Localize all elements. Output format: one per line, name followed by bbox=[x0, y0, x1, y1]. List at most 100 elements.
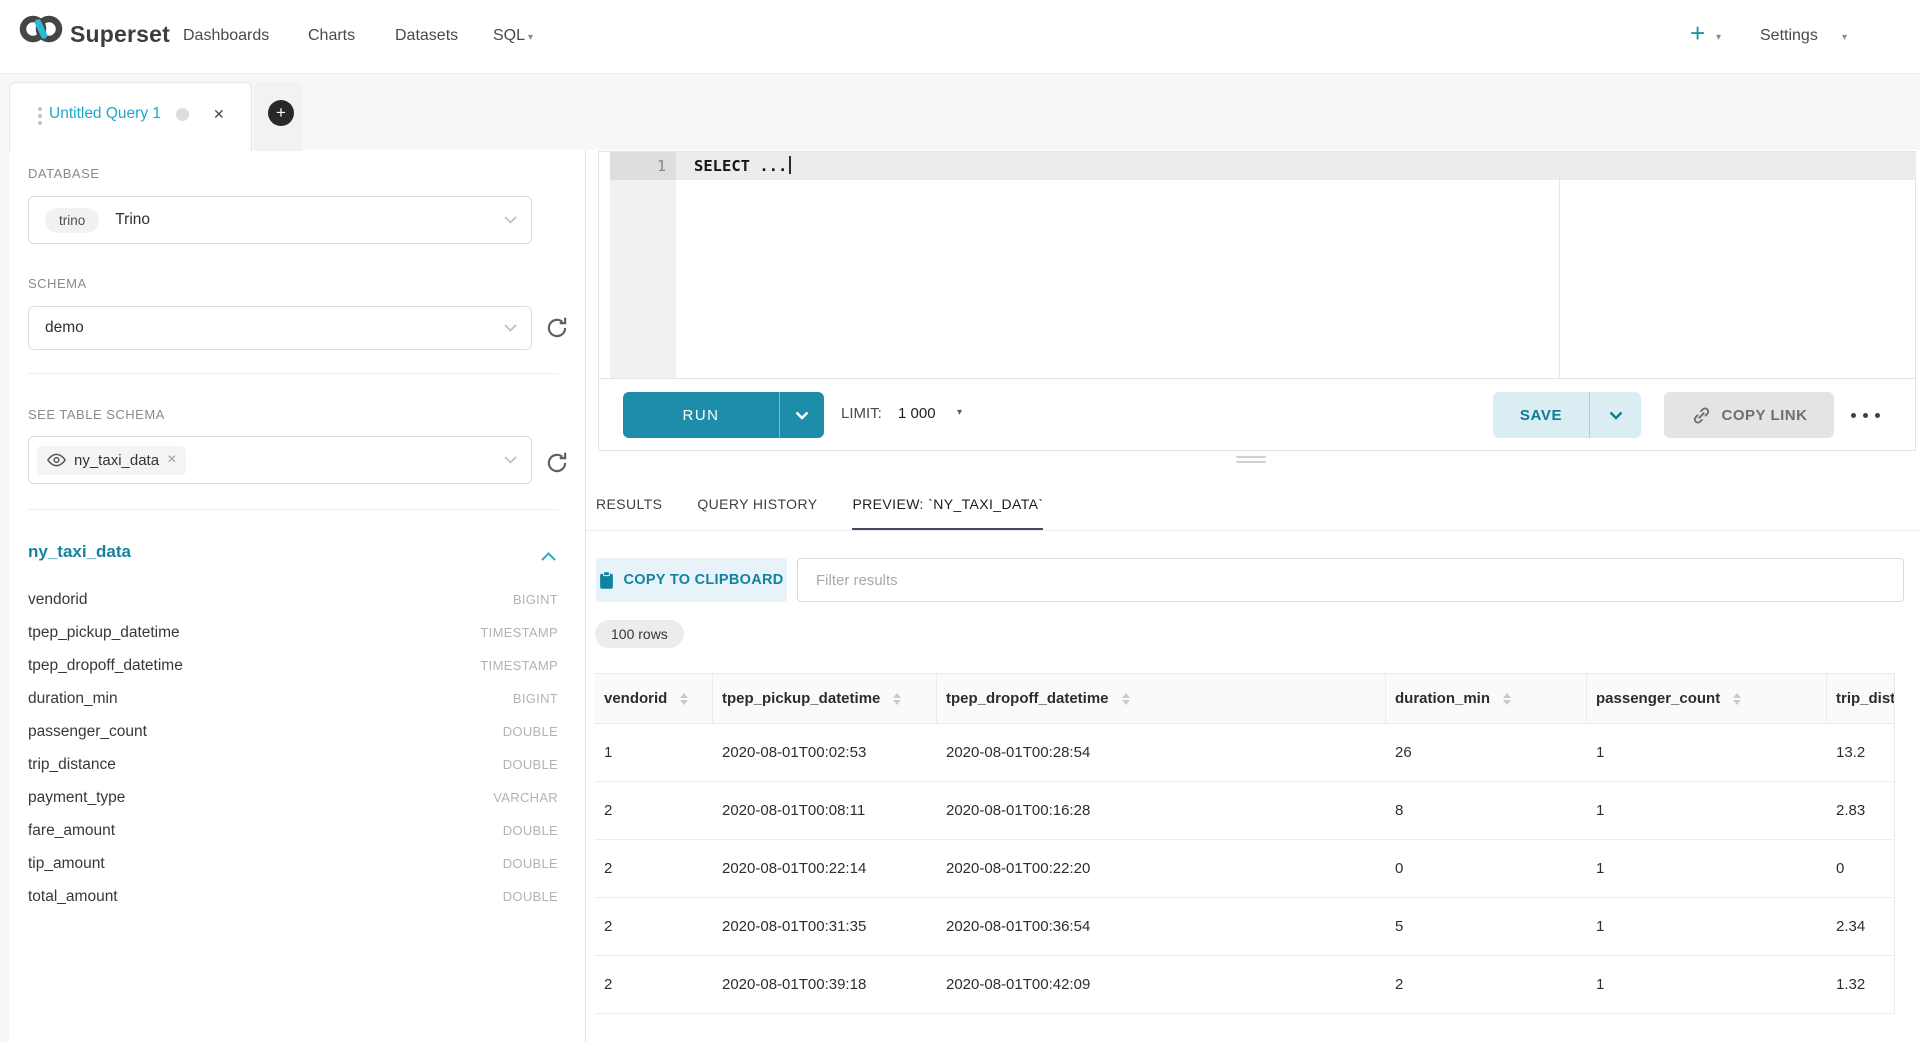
column-name: tpep_dropoff_datetime bbox=[28, 657, 183, 675]
row-count-badge: 100 rows bbox=[595, 620, 684, 648]
cell: 2020-08-01T00:42:09 bbox=[937, 956, 1386, 1013]
schema-select[interactable]: demo bbox=[28, 306, 532, 350]
tab-results[interactable]: RESULTS bbox=[596, 480, 662, 531]
column-item: passenger_countDOUBLE bbox=[28, 715, 558, 748]
column-type: TIMESTAMP bbox=[480, 625, 558, 640]
sql-code-text: SELECT ... bbox=[694, 157, 787, 175]
clipboard-icon bbox=[599, 571, 614, 590]
column-name: trip_distance bbox=[28, 756, 116, 774]
close-icon[interactable]: ✕ bbox=[213, 106, 225, 123]
run-query-button[interactable]: RUN bbox=[623, 392, 824, 438]
refresh-schema-icon[interactable] bbox=[544, 315, 570, 346]
table-tag-label: ny_taxi_data bbox=[74, 452, 159, 469]
copy-link-button[interactable]: COPY LINK bbox=[1664, 392, 1834, 438]
link-icon bbox=[1691, 405, 1712, 426]
superset-logo-icon[interactable] bbox=[18, 13, 64, 50]
column-header-pickup[interactable]: tpep_pickup_datetime bbox=[713, 674, 937, 723]
run-options-button[interactable] bbox=[780, 392, 824, 438]
chevron-down-icon: ▾ bbox=[528, 32, 533, 43]
new-item-button[interactable]: + bbox=[1690, 20, 1705, 46]
chevron-down-icon bbox=[504, 211, 517, 229]
pane-resize-handle[interactable] bbox=[1236, 456, 1266, 466]
editor-active-line[interactable] bbox=[676, 152, 1916, 180]
nav-charts[interactable]: Charts bbox=[308, 27, 355, 45]
nav-settings[interactable]: Settings bbox=[1760, 27, 1818, 45]
cell: 0 bbox=[1386, 840, 1587, 897]
nav-dashboards[interactable]: Dashboards bbox=[183, 27, 269, 45]
nav-datasets[interactable]: Datasets bbox=[395, 27, 458, 45]
database-label: DATABASE bbox=[28, 166, 99, 181]
copy-to-clipboard-button[interactable]: COPY TO CLIPBOARD bbox=[596, 558, 787, 602]
column-header-duration[interactable]: duration_min bbox=[1386, 674, 1587, 723]
chevron-up-icon[interactable] bbox=[541, 548, 556, 566]
remove-icon[interactable]: × bbox=[167, 451, 176, 469]
column-header-dropoff[interactable]: tpep_dropoff_datetime bbox=[937, 674, 1386, 723]
column-type: VARCHAR bbox=[493, 790, 558, 805]
limit-label: LIMIT: bbox=[841, 405, 882, 422]
chevron-down-icon[interactable]: ▾ bbox=[957, 407, 962, 418]
column-item: vendoridBIGINT bbox=[28, 583, 558, 616]
column-header-trip-distance[interactable]: trip_distance bbox=[1827, 674, 1895, 723]
cell: 2020-08-01T00:36:54 bbox=[937, 898, 1386, 955]
editor-line-number: 1 bbox=[610, 152, 676, 180]
nav-sql[interactable]: SQL bbox=[493, 27, 525, 45]
filter-results-input[interactable] bbox=[797, 558, 1904, 602]
table-explorer-title[interactable]: ny_taxi_data bbox=[28, 542, 131, 562]
cell: 2 bbox=[595, 840, 713, 897]
cell: 0 bbox=[1827, 840, 1895, 897]
cell: 2.34 bbox=[1827, 898, 1895, 955]
cell: 2020-08-01T00:02:53 bbox=[713, 724, 937, 781]
query-status-dot bbox=[176, 108, 189, 121]
save-query-button[interactable]: SAVE bbox=[1493, 392, 1641, 438]
cell: 2020-08-01T00:39:18 bbox=[713, 956, 937, 1013]
cell: 2 bbox=[1386, 956, 1587, 1013]
divider bbox=[28, 373, 558, 374]
table-row: 1 2020-08-01T00:02:53 2020-08-01T00:28:5… bbox=[595, 724, 1894, 782]
save-label[interactable]: SAVE bbox=[1493, 392, 1589, 438]
table-tag[interactable]: ny_taxi_data × bbox=[37, 446, 186, 475]
column-item: payment_type VARCHAR bbox=[28, 781, 558, 814]
column-header-vendorid[interactable]: vendorid bbox=[595, 674, 713, 723]
column-item: tpep_pickup_datetimeTIMESTAMP bbox=[28, 616, 558, 649]
drag-handle-icon[interactable] bbox=[38, 104, 42, 128]
navbar: Superset Dashboards Charts Datasets SQL … bbox=[0, 0, 1920, 74]
column-name: duration_min bbox=[28, 690, 118, 708]
chevron-down-icon bbox=[504, 451, 517, 469]
column-item: fare_amount DOUBLE bbox=[28, 814, 558, 847]
brand-title[interactable]: Superset bbox=[70, 21, 170, 48]
sql-code-input[interactable]: SELECT ... bbox=[694, 156, 791, 175]
column-type: DOUBLE bbox=[503, 823, 558, 838]
cell: 1 bbox=[1587, 840, 1827, 897]
sort-icon bbox=[893, 693, 901, 705]
database-select[interactable]: trino Trino bbox=[28, 196, 532, 244]
column-name: passenger_count bbox=[28, 723, 147, 741]
column-item: tip_amountDOUBLE bbox=[28, 847, 558, 880]
editor-print-margin bbox=[1559, 152, 1560, 378]
query-tab-label[interactable]: Untitled Query 1 bbox=[49, 105, 161, 123]
pane-divider[interactable] bbox=[585, 150, 586, 1042]
table-row: 2 2020-08-01T00:39:18 2020-08-01T00:42:0… bbox=[595, 956, 1894, 1014]
divider bbox=[28, 509, 558, 510]
cell: 2020-08-01T00:22:14 bbox=[713, 840, 937, 897]
table-schema-select[interactable]: ny_taxi_data × bbox=[28, 436, 532, 484]
cell: 2.83 bbox=[1827, 782, 1895, 839]
limit-value-dropdown[interactable]: 1 000 bbox=[898, 405, 936, 422]
run-label[interactable]: RUN bbox=[623, 392, 779, 438]
column-name: vendorid bbox=[28, 591, 87, 609]
refresh-tables-icon[interactable] bbox=[544, 450, 570, 481]
cell: 2020-08-01T00:16:28 bbox=[937, 782, 1386, 839]
add-tab-button[interactable]: + bbox=[268, 100, 294, 126]
see-table-schema-label: SEE TABLE SCHEMA bbox=[28, 407, 165, 422]
column-name: payment_type bbox=[28, 789, 125, 807]
column-type: TIMESTAMP bbox=[480, 658, 558, 673]
tab-query-history[interactable]: QUERY HISTORY bbox=[697, 480, 817, 531]
column-header-passenger[interactable]: passenger_count bbox=[1587, 674, 1827, 723]
save-options-button[interactable] bbox=[1590, 392, 1641, 438]
table-row: 2 2020-08-01T00:08:11 2020-08-01T00:16:2… bbox=[595, 782, 1894, 840]
text-cursor bbox=[789, 156, 791, 174]
tab-preview[interactable]: PREVIEW: `NY_TAXI_DATA` bbox=[852, 480, 1043, 531]
query-tab[interactable]: Untitled Query 1 ✕ bbox=[9, 82, 252, 151]
more-actions-button[interactable] bbox=[1851, 413, 1880, 418]
chevron-down-icon[interactable]: ▾ bbox=[1716, 32, 1721, 43]
column-name: fare_amount bbox=[28, 822, 115, 840]
